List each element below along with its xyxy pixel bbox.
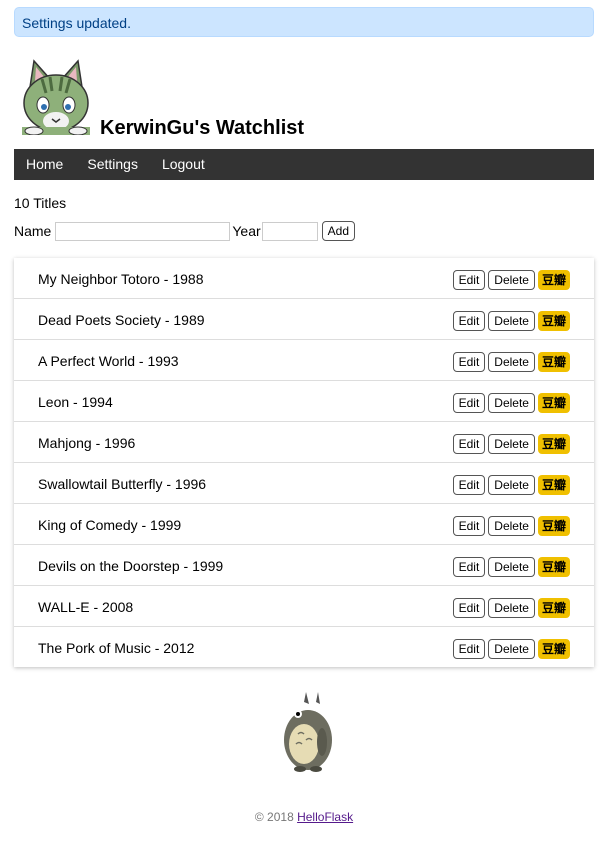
edit-button[interactable]: Edit (452, 516, 486, 536)
page-header: KerwinGu's Watchlist (14, 57, 594, 155)
movie-title: Devils on the Doorstep - 1999 (38, 558, 224, 574)
edit-button[interactable]: Edit (452, 557, 486, 577)
douban-link[interactable]: 豆瓣 (537, 270, 570, 290)
helloflask-link[interactable]: HelloFlask (297, 810, 353, 824)
list-item: The Pork of Music - 2012 Edit Delete 豆瓣 (14, 627, 594, 667)
delete-button[interactable]: Delete (488, 393, 535, 413)
list-item: Mahjong - 1996 Edit Delete 豆瓣 (14, 422, 594, 463)
delete-button[interactable]: Delete (488, 516, 535, 536)
list-item: Leon - 1994 Edit Delete 豆瓣 (14, 381, 594, 422)
list-item: My Neighbor Totoro - 1988 Edit Delete 豆瓣 (14, 258, 594, 299)
year-label: Year (232, 223, 261, 239)
douban-link[interactable]: 豆瓣 (537, 557, 570, 577)
add-button[interactable]: Add (321, 221, 356, 241)
edit-button[interactable]: Edit (452, 475, 486, 495)
list-item: Dead Poets Society - 1989 Edit Delete 豆瓣 (14, 299, 594, 340)
movie-title: Mahjong - 1996 (38, 435, 136, 451)
delete-button[interactable]: Delete (488, 311, 535, 331)
add-movie-form: Name Year Add (14, 220, 594, 242)
douban-link[interactable]: 豆瓣 (537, 393, 570, 413)
movie-list: My Neighbor Totoro - 1988 Edit Delete 豆瓣… (14, 258, 594, 667)
row-actions: Edit Delete 豆瓣 (452, 393, 570, 413)
delete-button[interactable]: Delete (488, 270, 535, 290)
edit-button[interactable]: Edit (452, 598, 486, 618)
movie-title: A Perfect World - 1993 (38, 353, 179, 369)
row-actions: Edit Delete 豆瓣 (452, 516, 570, 536)
douban-link[interactable]: 豆瓣 (537, 434, 570, 454)
list-item: Devils on the Doorstep - 1999 Edit Delet… (14, 545, 594, 586)
edit-button[interactable]: Edit (452, 270, 486, 290)
douban-link[interactable]: 豆瓣 (537, 598, 570, 618)
name-input[interactable] (55, 221, 231, 241)
douban-link[interactable]: 豆瓣 (537, 516, 570, 536)
delete-button[interactable]: Delete (488, 434, 535, 454)
row-actions: Edit Delete 豆瓣 (452, 270, 570, 290)
year-input[interactable] (261, 221, 318, 241)
movie-title: Swallowtail Butterfly - 1996 (38, 476, 207, 492)
edit-button[interactable]: Edit (452, 434, 486, 454)
row-actions: Edit Delete 豆瓣 (452, 475, 570, 495)
edit-button[interactable]: Edit (452, 393, 486, 413)
row-actions: Edit Delete 豆瓣 (452, 557, 570, 577)
movie-title: Dead Poets Society - 1989 (38, 312, 205, 328)
douban-link[interactable]: 豆瓣 (537, 475, 570, 495)
delete-button[interactable]: Delete (488, 557, 535, 577)
row-actions: Edit Delete 豆瓣 (452, 434, 570, 454)
name-label: Name (14, 223, 52, 239)
movie-title: My Neighbor Totoro - 1988 (38, 271, 204, 287)
list-item: WALL-E - 2008 Edit Delete 豆瓣 (14, 586, 594, 627)
douban-link[interactable]: 豆瓣 (537, 311, 570, 331)
list-item: Swallowtail Butterfly - 1996 Edit Delete… (14, 463, 594, 504)
delete-button[interactable]: Delete (488, 598, 535, 618)
delete-button[interactable]: Delete (488, 352, 535, 372)
flash-message: Settings updated. (14, 7, 594, 37)
delete-button[interactable]: Delete (488, 475, 535, 495)
row-actions: Edit Delete 豆瓣 (452, 598, 570, 618)
edit-button[interactable]: Edit (452, 311, 486, 331)
row-actions: Edit Delete 豆瓣 (452, 639, 570, 659)
movie-title: The Pork of Music - 2012 (38, 640, 195, 656)
footer-copyright: © 2018 (254, 810, 298, 824)
list-item: A Perfect World - 1993 Edit Delete 豆瓣 (14, 340, 594, 381)
totoro-icon (284, 692, 332, 772)
list-item: King of Comedy - 1999 Edit Delete 豆瓣 (14, 504, 594, 545)
row-actions: Edit Delete 豆瓣 (452, 352, 570, 372)
row-actions: Edit Delete 豆瓣 (452, 311, 570, 331)
cat-avatar-icon (22, 59, 90, 135)
footer: © 2018 HelloFlask (14, 810, 594, 824)
delete-button[interactable]: Delete (488, 639, 535, 659)
douban-link[interactable]: 豆瓣 (537, 639, 570, 659)
page-title: KerwinGu's Watchlist (100, 117, 305, 139)
movie-title: WALL-E - 2008 (38, 599, 134, 615)
title-count: 10 Titles (14, 195, 67, 211)
movie-title: King of Comedy - 1999 (38, 517, 182, 533)
edit-button[interactable]: Edit (452, 639, 486, 659)
douban-link[interactable]: 豆瓣 (537, 352, 570, 372)
edit-button[interactable]: Edit (452, 352, 486, 372)
movie-title: Leon - 1994 (38, 394, 113, 410)
